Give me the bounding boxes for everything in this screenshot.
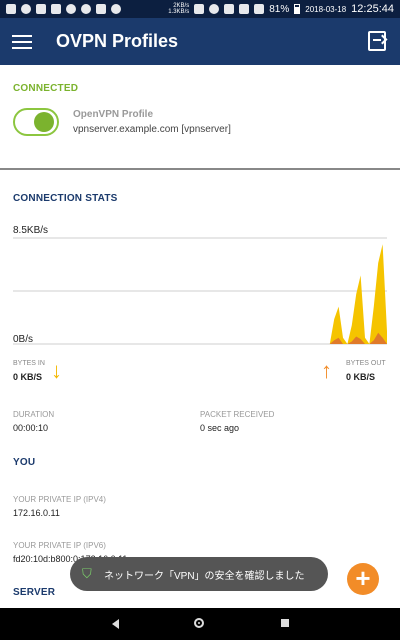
network-speed-down: 1.3KB/s xyxy=(168,9,190,15)
ipv4-label: YOUR PRIVATE IP (IPV4) xyxy=(13,495,106,504)
connection-toggle[interactable] xyxy=(13,108,59,136)
bytes-out-value: 0 KB/S xyxy=(346,372,376,382)
bytes-in-value: 0 KB/S xyxy=(13,372,43,382)
vpn-key-icon xyxy=(224,4,235,14)
toast-text: ネットワーク「VPN」の安全を確認しました xyxy=(104,570,305,582)
ipv4-value: 172.16.0.11 xyxy=(13,508,60,518)
system-nav-bar xyxy=(0,608,400,640)
connected-heading: CONNECTED xyxy=(13,83,79,94)
traffic-chart xyxy=(13,237,387,345)
status-time: 12:25:44 xyxy=(351,3,394,15)
home-icon[interactable] xyxy=(194,618,204,628)
ipv6-label: YOUR PRIVATE IP (IPV6) xyxy=(13,541,106,550)
shield-icon: ⛉ xyxy=(82,566,92,581)
sound-icon xyxy=(96,4,106,14)
cell-signal-icon xyxy=(254,4,265,14)
vpn-toast: ⛉ ネットワーク「VPN」の安全を確認しました xyxy=(70,557,328,591)
battery-icon xyxy=(294,4,301,14)
wifi-icon xyxy=(21,4,31,14)
packet-received-value: 0 sec ago xyxy=(200,423,240,433)
bytes-out-arrow-icon: ↑ xyxy=(321,358,332,383)
bytes-in-arrow-icon: ↓ xyxy=(51,358,62,383)
wifi-signal-icon xyxy=(239,4,250,14)
bluetooth-icon xyxy=(194,4,205,14)
settings-icon xyxy=(66,4,76,14)
import-profile-icon[interactable] xyxy=(368,31,386,51)
profile-name[interactable]: OpenVPN Profile xyxy=(73,109,153,120)
server-heading: SERVER xyxy=(13,587,56,598)
connection-stats-heading: CONNECTION STATS xyxy=(13,193,118,204)
duration-value: 00:00:10 xyxy=(13,423,49,433)
battery-percent: 81% xyxy=(269,3,290,15)
status-bar: 2KB/s 1.3KB/s 81% 2018-03-18 12:25:44 xyxy=(0,0,400,18)
app-bar: OVPN Profiles xyxy=(0,18,400,65)
sync-icon xyxy=(111,4,121,14)
profile-server[interactable]: vpnserver.example.com [vpnserver] xyxy=(73,124,231,135)
vpn-icon xyxy=(81,4,91,14)
sim-icon xyxy=(6,4,16,14)
image-icon xyxy=(51,4,61,14)
section-divider xyxy=(0,168,400,170)
network-speed: 2KB/s 1.3KB/s xyxy=(168,3,189,15)
mute-icon xyxy=(209,4,220,14)
bytes-in-label: BYTES IN xyxy=(13,360,45,367)
packet-received-label: PACKET RECEIVED xyxy=(200,410,275,419)
bytes-out-label: BYTES OUT xyxy=(346,360,386,367)
you-heading: YOU xyxy=(13,457,36,468)
toggle-knob xyxy=(34,112,54,132)
add-profile-button[interactable]: + xyxy=(347,563,379,595)
recent-apps-icon[interactable] xyxy=(281,619,289,627)
status-date: 2018-03-18 xyxy=(305,4,347,14)
hamburger-menu-icon[interactable] xyxy=(12,34,32,49)
more-notifications-icon xyxy=(36,4,46,14)
back-icon[interactable] xyxy=(112,619,119,629)
duration-label: DURATION xyxy=(13,410,55,419)
traffic-out-area xyxy=(13,244,387,344)
page-title: OVPN Profiles xyxy=(56,31,179,51)
